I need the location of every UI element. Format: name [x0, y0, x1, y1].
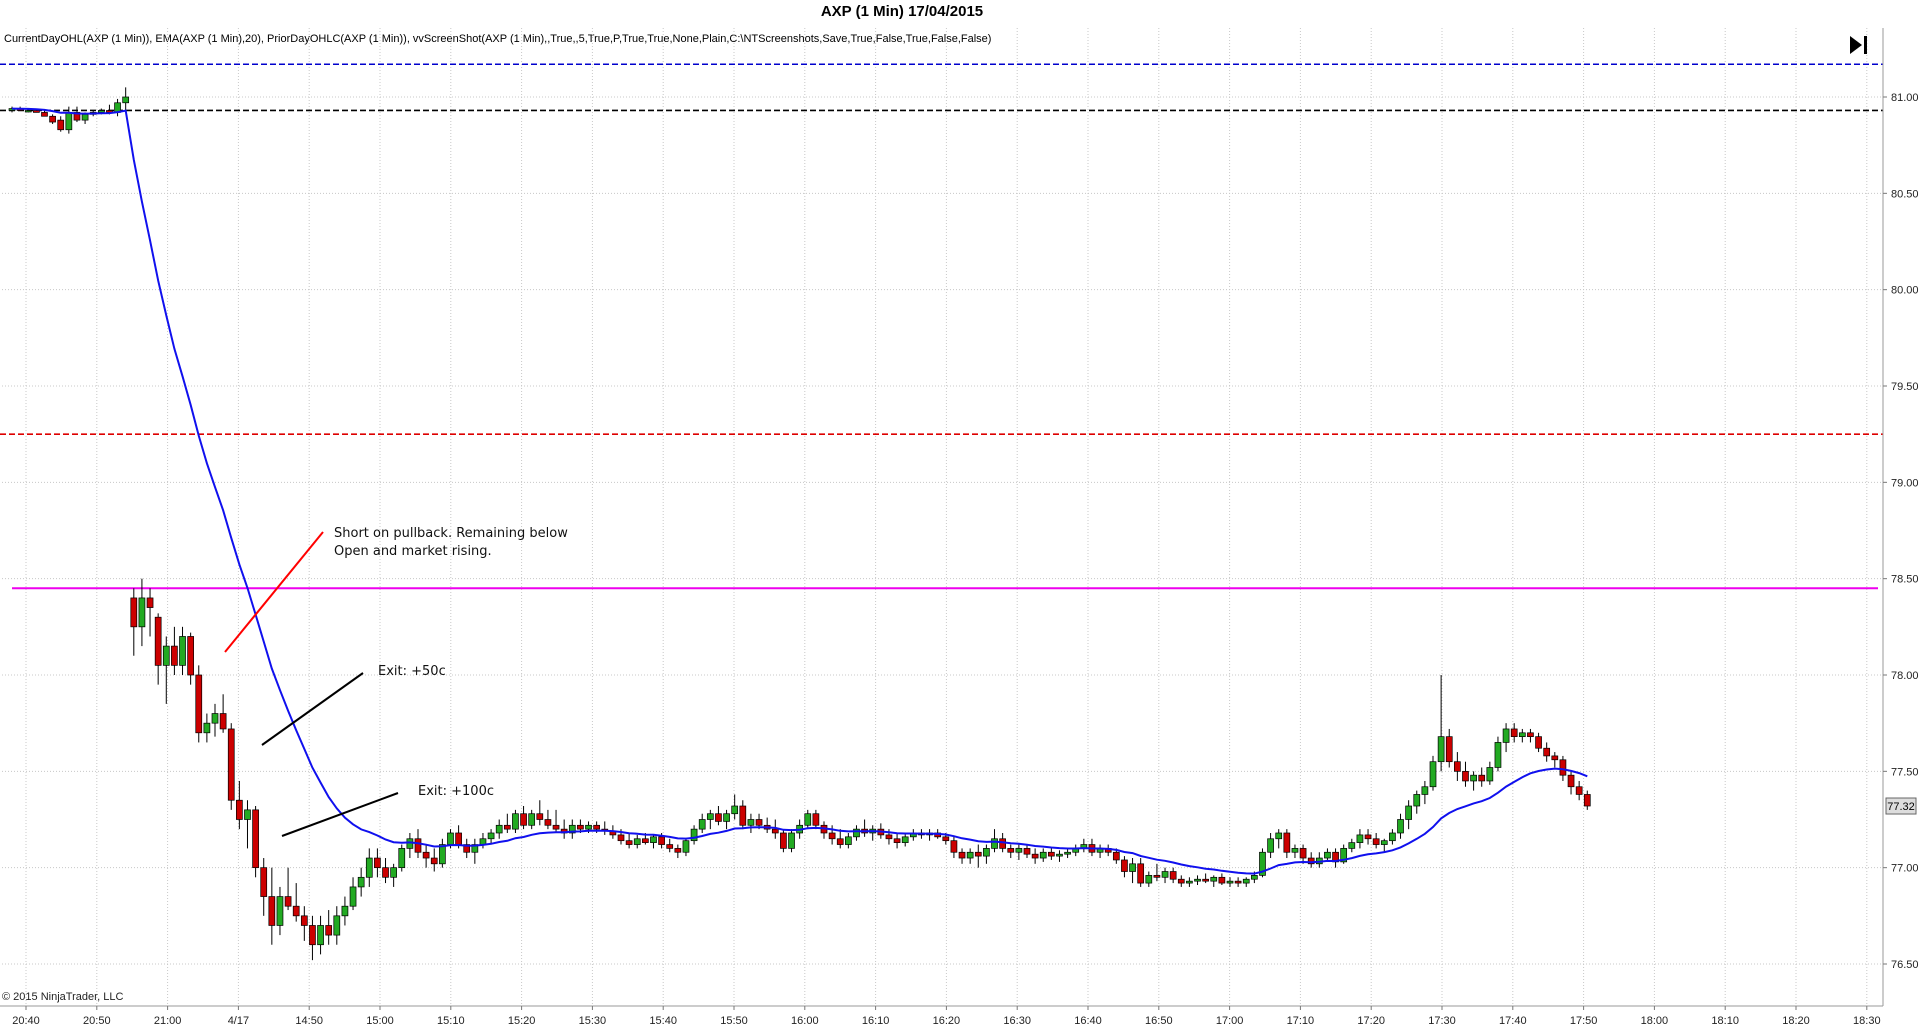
x-tick-label: 18:00: [1641, 1015, 1669, 1027]
y-tick-label: 81.00: [1891, 92, 1919, 104]
indicator-list: CurrentDayOHL(AXP (1 Min)), EMA(AXP (1 M…: [4, 33, 991, 45]
x-tick-label: 15:40: [649, 1015, 677, 1027]
x-tick-label: 18:10: [1711, 1015, 1739, 1027]
y-tick-label: 76.50: [1891, 959, 1919, 971]
chart-title: AXP (1 Min) 17/04/2015: [821, 3, 983, 20]
candle: [252, 806, 259, 878]
x-tick-label: 17:30: [1428, 1015, 1456, 1027]
x-tick-label: 21:00: [154, 1015, 182, 1027]
y-tick-label: 77.00: [1891, 863, 1919, 875]
x-tick-label: 15:00: [366, 1015, 394, 1027]
x-tick-label: 16:50: [1145, 1015, 1173, 1027]
y-tick-label: 79.50: [1891, 381, 1919, 393]
x-tick-label: 17:10: [1287, 1015, 1315, 1027]
candle: [398, 844, 406, 872]
x-tick-label: 16:40: [1074, 1015, 1102, 1027]
x-tick-label: 18:30: [1853, 1015, 1881, 1027]
x-tick-label: 18:20: [1782, 1015, 1810, 1027]
copyright-notice: © 2015 NinjaTrader, LLC: [2, 991, 123, 1003]
x-tick-label: 20:40: [12, 1015, 40, 1027]
x-tick-label: 17:50: [1570, 1015, 1598, 1027]
x-tick-label: 16:00: [791, 1015, 819, 1027]
last-price-label: 77.32: [1887, 801, 1915, 813]
x-tick-label: 15:10: [437, 1015, 465, 1027]
exit-50c-label: Exit: +50c: [378, 664, 446, 679]
exit-100c-label: Exit: +100c: [418, 784, 494, 799]
candle: [227, 723, 235, 810]
x-tick-label: 17:00: [1216, 1015, 1244, 1027]
y-tick-label: 78.00: [1891, 670, 1919, 682]
x-tick-label: 15:50: [720, 1015, 748, 1027]
x-tick-label: 16:30: [1003, 1015, 1031, 1027]
y-tick-label: 78.50: [1891, 574, 1919, 586]
x-tick-label: 17:40: [1499, 1015, 1527, 1027]
x-tick-label: 16:10: [862, 1015, 890, 1027]
x-tick-label: 20:50: [83, 1015, 111, 1027]
x-tick-label: 14:50: [295, 1015, 323, 1027]
last-price-tag: 77.32: [1885, 797, 1917, 815]
y-tick-label: 79.00: [1891, 477, 1919, 489]
price-chart[interactable]: AXP (1 Min) 17/04/2015 CurrentDayOHL(AXP…: [0, 0, 1920, 1034]
y-tick-label: 77.50: [1891, 766, 1919, 778]
x-tick-label: 17:20: [1357, 1015, 1385, 1027]
y-tick-label: 80.00: [1891, 285, 1919, 297]
candle: [195, 665, 203, 743]
x-tick-label: 16:20: [933, 1015, 961, 1027]
x-tick-label: 15:20: [508, 1015, 536, 1027]
x-tick-label: 4/17: [228, 1015, 249, 1027]
y-tick-label: 80.50: [1891, 188, 1919, 200]
short-entry-label: Short on pullback. Remaining below: [334, 526, 568, 541]
x-tick-label: 15:30: [579, 1015, 607, 1027]
short-entry-label: Open and market rising.: [334, 544, 492, 559]
